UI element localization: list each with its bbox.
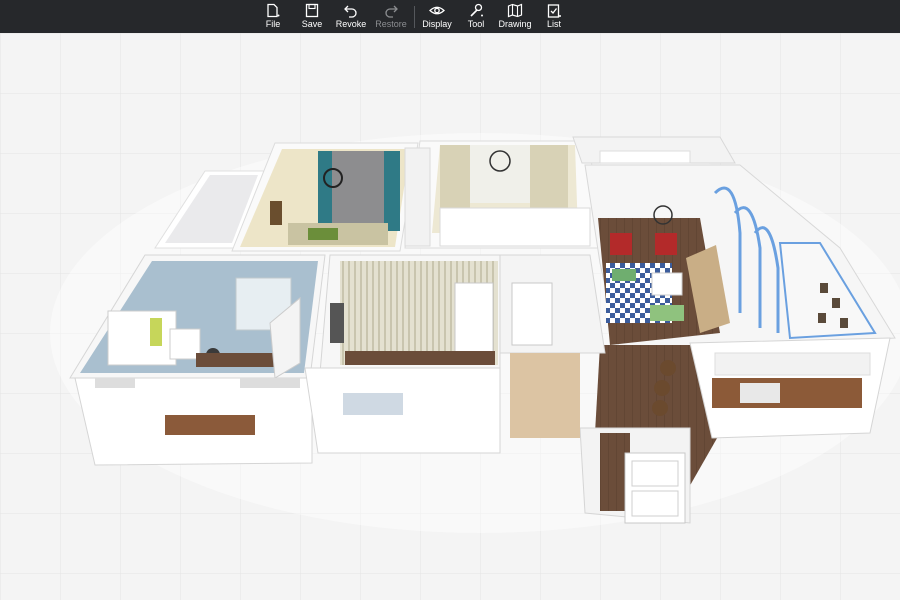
bar-stool (652, 400, 668, 416)
revoke-button[interactable]: Revoke (333, 0, 369, 33)
save-button[interactable]: Save (297, 0, 327, 33)
tool-button[interactable]: Tool (462, 0, 490, 33)
toolbar-divider (414, 6, 415, 28)
list-button[interactable]: List (541, 0, 567, 33)
drawing-button[interactable]: Drawing (496, 0, 534, 33)
top-toolbar: File Save Revoke Restore Display Tool Dr… (0, 0, 900, 33)
file-icon (267, 3, 280, 18)
tiled-floor (510, 353, 580, 438)
room-corridor-top[interactable] (572, 136, 736, 164)
bathroom-door[interactable] (511, 282, 553, 346)
checklist-icon (547, 4, 561, 18)
tool-label: Tool (467, 19, 485, 29)
wrench-icon (470, 3, 483, 17)
ottoman (650, 305, 684, 321)
3d-viewport[interactable] (0, 33, 900, 600)
file-button[interactable]: File (257, 0, 289, 33)
save-label: Save (301, 19, 323, 29)
room-entrance[interactable] (579, 427, 691, 524)
bunk-bed (107, 310, 177, 366)
room-study[interactable] (74, 377, 313, 466)
save-icon (305, 3, 319, 18)
undo-icon (344, 5, 357, 18)
file-label: File (265, 19, 281, 29)
bar-stool (660, 360, 676, 376)
room-guest-bedroom[interactable] (304, 254, 501, 454)
armchair (655, 233, 677, 255)
eye-icon (429, 6, 445, 15)
drawing-label: Drawing (498, 19, 532, 29)
restore-button[interactable]: Restore (372, 0, 410, 33)
restore-label: Restore (375, 19, 407, 29)
display-button[interactable]: Display (419, 0, 455, 33)
interior-door[interactable] (454, 282, 494, 354)
front-door[interactable] (624, 452, 686, 524)
room-dining-top[interactable] (404, 140, 599, 249)
armchair (610, 233, 632, 255)
revoke-label: Revoke (335, 19, 367, 29)
list-label: List (546, 19, 561, 29)
map-icon (507, 3, 523, 18)
redo-icon (385, 5, 398, 18)
display-label: Display (422, 19, 452, 29)
floorplan-3d-view[interactable] (0, 33, 900, 600)
bar-stool (654, 380, 670, 396)
